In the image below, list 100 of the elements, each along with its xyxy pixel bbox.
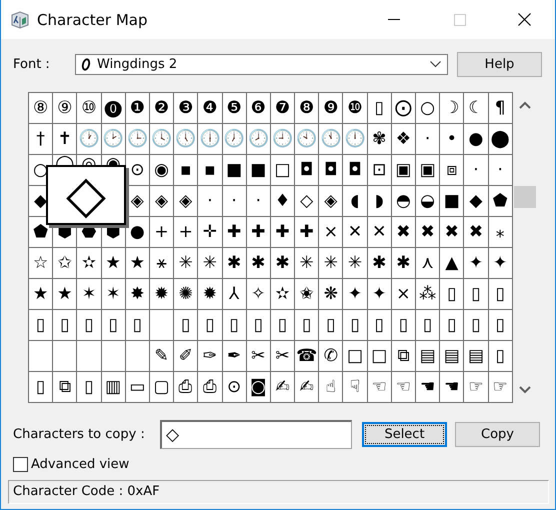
character-cell[interactable]: ◙ [250, 378, 267, 396]
character-cell[interactable]: ❺ [226, 100, 242, 116]
character-cell[interactable]: ⎙ [202, 378, 217, 396]
character-cell[interactable]: ⁂ [419, 286, 436, 302]
empty-cell[interactable] [102, 341, 126, 372]
character-cell[interactable]: ✬ [300, 286, 314, 302]
character-cell[interactable]: ◒ [420, 192, 436, 210]
character-cell[interactable]: ✖ [420, 224, 435, 240]
character-cell[interactable]: ✺ [178, 286, 193, 302]
character-cell[interactable]: ⨀ [394, 100, 412, 116]
character-cell[interactable]: ✂ [275, 348, 290, 364]
character-cell[interactable]: ◈ [154, 192, 168, 210]
character-cell[interactable]: ◈ [324, 192, 338, 210]
character-cell[interactable]: ▯ [374, 100, 384, 116]
character-cell[interactable]: ⚹ [156, 254, 167, 272]
character-cell[interactable]: ✛ [202, 224, 218, 240]
character-cell[interactable]: ⎙ [178, 378, 193, 396]
character-cell[interactable]: ✳ [324, 254, 338, 272]
character-cell[interactable]: ❹ [202, 100, 218, 116]
character-cell[interactable]: ★ [130, 254, 145, 272]
character-cell[interactable]: ▯ [36, 378, 46, 396]
character-cell[interactable]: ✦ [493, 254, 508, 272]
character-cell[interactable]: · [231, 192, 237, 210]
character-cell[interactable]: ▯ [36, 316, 46, 334]
character-cell[interactable]: ✱ [396, 254, 411, 272]
character-cell[interactable]: ☟ [350, 378, 360, 396]
character-cell[interactable]: ☾ [468, 100, 484, 116]
character-cell[interactable]: ✧ [251, 286, 266, 302]
character-cell[interactable]: ✫ [82, 254, 96, 272]
character-cell[interactable]: ✖ [396, 224, 411, 240]
character-cell[interactable]: ▯ [60, 316, 70, 334]
character-cell[interactable]: ¶ [494, 100, 506, 116]
character-cell[interactable]: ◖ [350, 192, 360, 210]
character-cell[interactable]: □ [274, 162, 290, 178]
character-cell[interactable]: ♦ [274, 192, 290, 210]
character-cell[interactable]: ■ [250, 162, 266, 178]
character-cell[interactable]: ✶ [106, 286, 120, 302]
scroll-up-icon[interactable] [518, 101, 531, 109]
character-cell[interactable]: ✳ [348, 254, 362, 272]
character-cell[interactable]: ▯ [132, 316, 142, 334]
character-cell[interactable]: 🕚 [320, 130, 342, 148]
character-cell[interactable]: ▯ [181, 316, 190, 334]
character-cell[interactable]: ▯ [374, 316, 384, 334]
character-cell[interactable]: ✸ [130, 286, 144, 302]
character-cell[interactable]: ✾ [372, 130, 386, 148]
character-cell[interactable]: ☝ [326, 378, 336, 396]
character-cell[interactable]: ⧉ [58, 378, 71, 396]
empty-cell[interactable] [126, 341, 150, 372]
character-cell[interactable]: ▥ [105, 378, 122, 396]
character-cell[interactable]: ✱ [275, 254, 290, 272]
character-cell[interactable]: ⬤ [490, 130, 510, 148]
scroll-down-icon[interactable] [518, 386, 531, 394]
character-cell[interactable]: ⁎ [496, 224, 504, 240]
character-cell[interactable]: ◗ [374, 192, 384, 210]
character-cell[interactable]: + [154, 224, 169, 240]
character-cell[interactable]: ✆ [324, 348, 338, 364]
character-cell[interactable]: ✳ [300, 254, 314, 272]
character-cell[interactable]: ☞ [492, 378, 508, 396]
character-cell[interactable]: ❶ [130, 100, 145, 116]
select-button[interactable]: Select [362, 422, 447, 446]
character-cell[interactable]: ▤ [468, 348, 484, 364]
character-cell[interactable]: + [178, 224, 193, 240]
character-cell[interactable]: ✚ [226, 224, 242, 240]
character-cell[interactable]: ⊡ [372, 162, 386, 178]
character-cell[interactable]: ☞ [468, 378, 484, 396]
character-cell[interactable]: ✕ [372, 224, 386, 240]
character-cell[interactable]: ⊙ [226, 378, 242, 396]
character-cell[interactable]: ★ [57, 286, 72, 302]
character-cell[interactable]: 🕔 [175, 130, 196, 148]
character-cell[interactable]: ▯ [495, 316, 505, 334]
character-cell[interactable]: ✦ [372, 286, 386, 302]
character-cell[interactable]: ❷ [154, 100, 170, 116]
character-cell[interactable]: ◆ [469, 192, 482, 210]
character-cell[interactable]: ✳ [202, 254, 218, 272]
font-dropdown[interactable]: Wingdings 2 [75, 54, 448, 75]
character-cell[interactable]: ✶ [82, 286, 96, 302]
character-cell[interactable]: ▪ [180, 162, 192, 178]
character-cell[interactable]: 🕖 [224, 130, 245, 148]
character-cell[interactable]: ✚ [275, 224, 290, 240]
character-cell[interactable]: ● [130, 224, 145, 240]
character-cell[interactable]: ✒ [226, 348, 242, 364]
empty-cell[interactable] [77, 341, 102, 372]
character-cell[interactable]: ⬟ [33, 224, 48, 240]
character-cell[interactable]: ☽ [444, 100, 460, 116]
character-cell[interactable]: ✍ [300, 378, 314, 396]
character-cell[interactable]: ★ [32, 286, 48, 302]
help-button[interactable]: Help [457, 52, 542, 77]
character-cell[interactable]: 🕙 [296, 130, 318, 148]
character-cell[interactable]: ❋ [324, 286, 338, 302]
character-cell[interactable]: 🕒 [126, 130, 148, 148]
character-cell[interactable]: ■ [444, 192, 460, 210]
character-cell[interactable]: ✦ [348, 286, 362, 302]
character-cell[interactable]: ☚ [420, 378, 436, 396]
character-cell[interactable]: 🕛 [344, 130, 366, 148]
character-cell[interactable]: ❾ [323, 100, 338, 116]
character-cell[interactable]: ▯ [302, 316, 312, 334]
character-cell[interactable]: · [497, 162, 503, 178]
character-cell[interactable]: ◉ [154, 162, 169, 178]
character-cell[interactable]: ▯ [495, 348, 505, 364]
minimize-icon[interactable] [388, 18, 400, 20]
